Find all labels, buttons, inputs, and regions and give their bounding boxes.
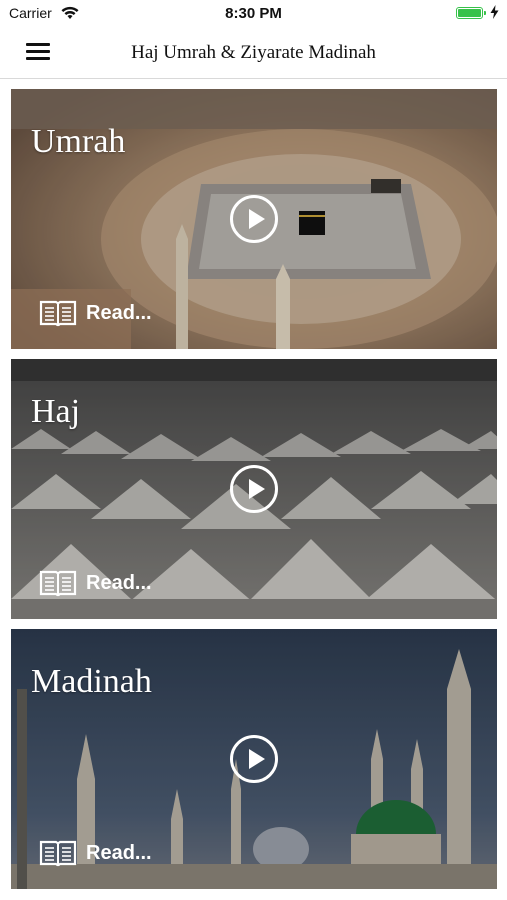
navigation-bar: Haj Umrah & Ziyarate Madinah [0,28,507,79]
book-icon [39,570,77,597]
read-label: Read... [86,302,152,324]
read-label: Read... [86,572,152,594]
play-button[interactable] [230,195,278,243]
page-title: Haj Umrah & Ziyarate Madinah [131,42,376,63]
bolt-icon [490,5,499,19]
book-icon [39,840,77,867]
play-icon [249,749,265,769]
card-title: Madinah [31,663,152,700]
card-umrah[interactable]: Umrah Read... [11,89,497,349]
play-icon [249,209,265,229]
card-madinah[interactable]: Madinah Read... [11,629,497,889]
play-button[interactable] [230,735,278,783]
card-title: Umrah [31,123,126,160]
play-button[interactable] [230,465,278,513]
book-icon [39,300,77,327]
card-haj[interactable]: Haj Read... [11,359,497,619]
play-icon [249,479,265,499]
status-bar: Carrier 8:30 PM [0,0,507,28]
clock: 8:30 PM [225,5,282,22]
battery-icon [456,7,486,19]
read-label: Read... [86,842,152,864]
card-title: Haj [31,393,81,430]
